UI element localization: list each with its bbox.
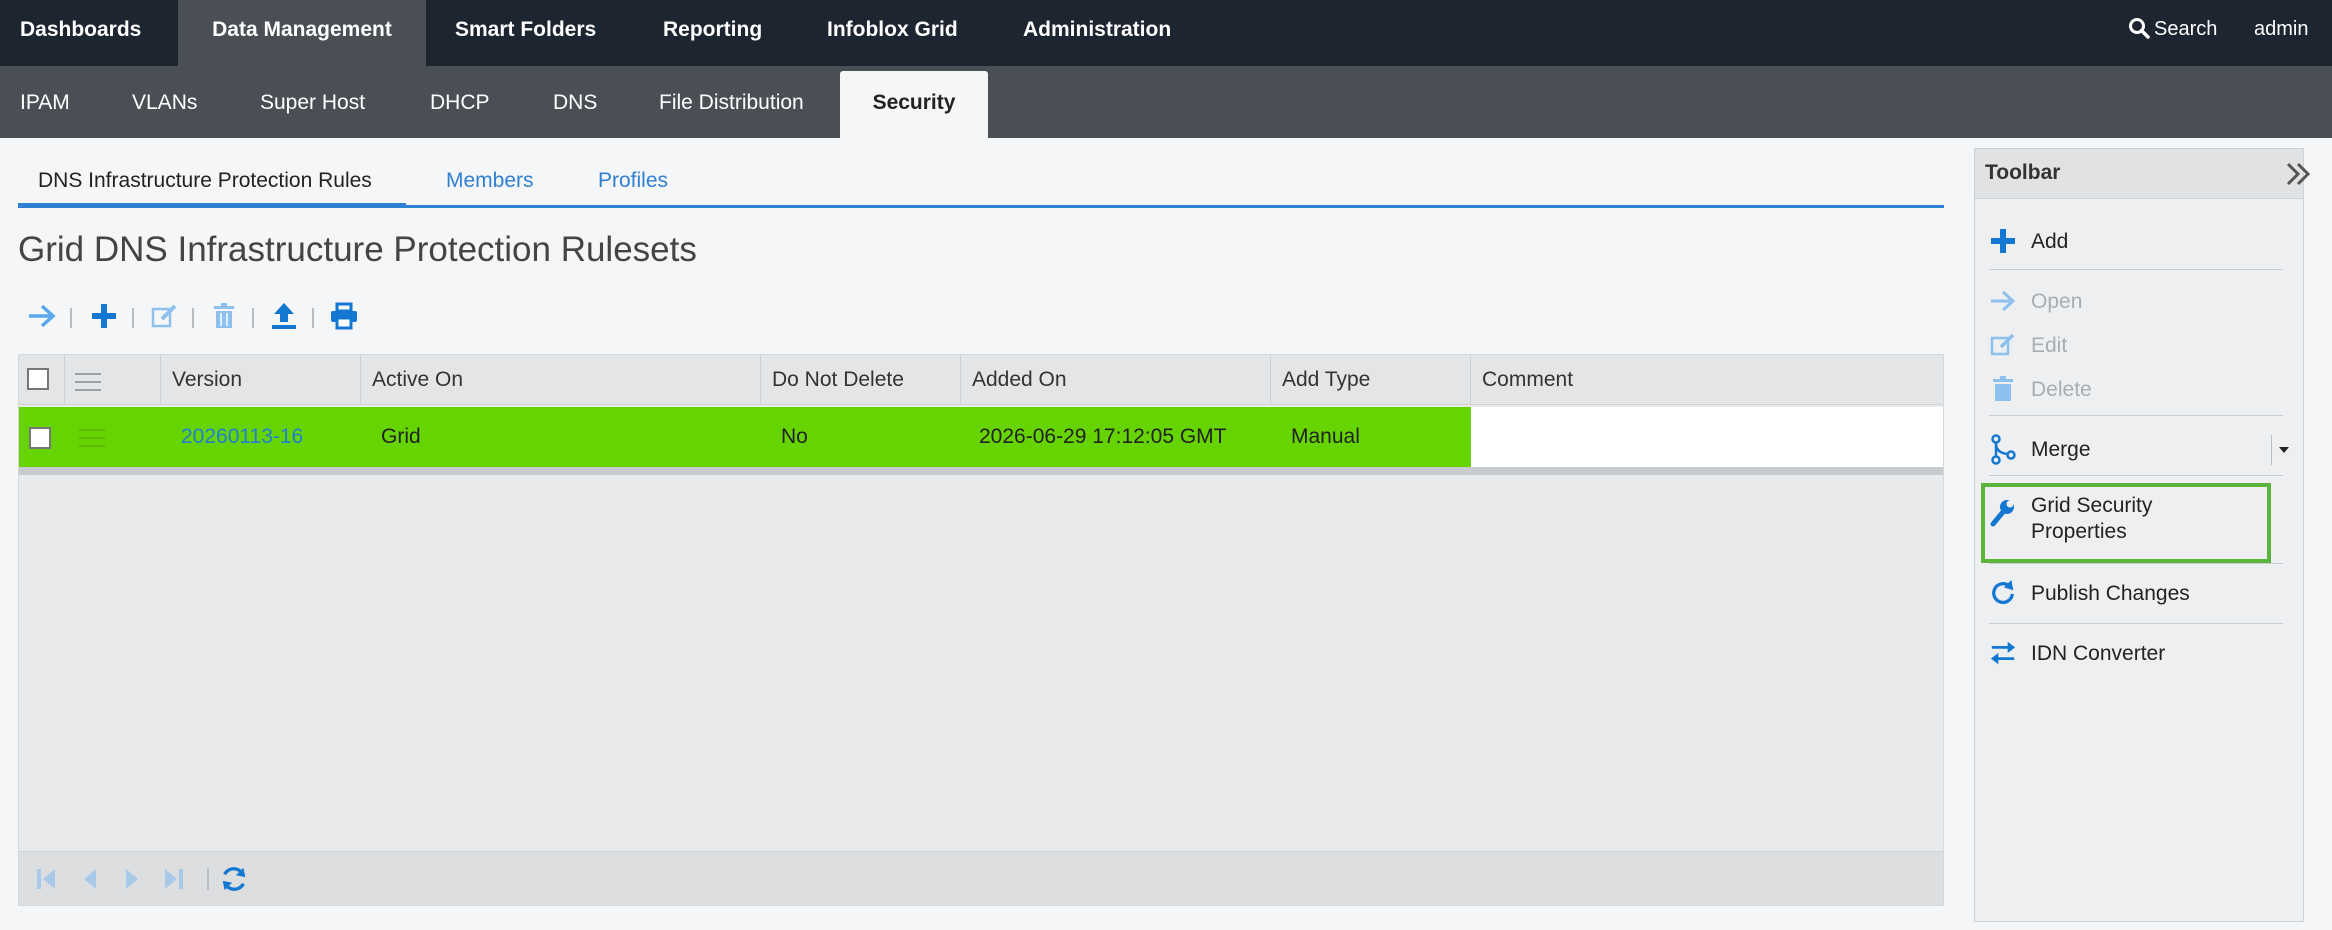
- rulesets-grid: Version Active On Do Not Delete Added On…: [18, 354, 1944, 906]
- content-tab-strip: DNS Infrastructure Protection Rules Memb…: [18, 164, 1944, 208]
- toolbar-add-button[interactable]: Add: [1989, 221, 2289, 261]
- merge-dropdown-caret-icon[interactable]: [2271, 435, 2295, 465]
- toolbar-merge-button[interactable]: Merge: [1989, 429, 2289, 469]
- collapse-chevron-icon[interactable]: [2285, 161, 2313, 192]
- nav-tab-administration[interactable]: Administration: [1023, 0, 1171, 66]
- row-checkbox[interactable]: [29, 427, 51, 449]
- merge-icon: [1989, 434, 2017, 465]
- column-header-do-not-delete[interactable]: Do Not Delete: [761, 355, 961, 405]
- toolbar-grid-security-label-line1: Grid Security: [2031, 494, 2153, 517]
- refresh-icon[interactable]: [219, 864, 249, 894]
- trash-icon: [1989, 375, 2017, 403]
- subnav-tab-super-host[interactable]: Super Host: [260, 66, 365, 138]
- toolbar-add-label: Add: [2031, 230, 2069, 253]
- cell-add-type: Manual: [1291, 425, 1360, 448]
- cell-added-on: 2026-06-29 17:12:05 GMT: [979, 425, 1227, 448]
- main-content: DNS Infrastructure Protection Rules Memb…: [0, 138, 1962, 930]
- column-header-add-type[interactable]: Add Type: [1271, 355, 1471, 405]
- grid-horizontal-scrollbar[interactable]: [19, 467, 1943, 475]
- top-navigation-bar: Dashboards Data Management Smart Folders…: [0, 0, 2332, 66]
- cell-version[interactable]: 20260113-16: [181, 407, 303, 467]
- cell-active-on: Grid: [381, 425, 421, 448]
- toolbar-delete-button[interactable]: Delete: [1989, 369, 2289, 409]
- right-toolbar-panel: Toolbar Add Open Edit Delete Merge Grid …: [1974, 148, 2311, 922]
- select-all-checkbox[interactable]: [27, 368, 49, 390]
- toolbar-grid-security-label-line2: Properties: [2031, 520, 2127, 543]
- column-header-added-on[interactable]: Added On: [961, 355, 1271, 405]
- search-label: Search: [2154, 18, 2218, 40]
- edit-icon[interactable]: [146, 298, 182, 334]
- tab-dns-infrastructure-protection-rules[interactable]: DNS Infrastructure Protection Rules: [18, 164, 406, 208]
- toolbar-title: Toolbar: [1985, 161, 2061, 184]
- toolbar-open-button[interactable]: Open: [1989, 281, 2289, 321]
- toolbar-open-label: Open: [2031, 290, 2083, 313]
- toolbar-publish-changes-label: Publish Changes: [2031, 582, 2190, 605]
- toolbar-edit-label: Edit: [2031, 334, 2068, 357]
- nav-tab-smart-folders[interactable]: Smart Folders: [455, 0, 596, 66]
- arrow-right-icon: [1989, 287, 2017, 315]
- edit-icon: [1989, 331, 2017, 359]
- table-row[interactable]: 20260113-16 Grid No 2026-06-29 17:12:05 …: [19, 407, 1943, 467]
- tab-profiles[interactable]: Profiles: [598, 164, 668, 208]
- first-page-icon[interactable]: [31, 864, 61, 894]
- prev-page-icon[interactable]: [75, 864, 105, 894]
- subnav-tab-file-distribution[interactable]: File Distribution: [659, 66, 804, 138]
- nav-tab-data-management[interactable]: Data Management: [178, 0, 426, 66]
- refresh-icon: [1989, 579, 2017, 607]
- grid-pagination-bar: [19, 851, 1943, 905]
- nav-tab-dashboards[interactable]: Dashboards: [20, 0, 141, 66]
- toolbar-idn-converter-label: IDN Converter: [2031, 642, 2166, 665]
- grid-header: Version Active On Do Not Delete Added On…: [19, 355, 1943, 405]
- add-plus-icon[interactable]: [86, 298, 122, 334]
- nav-tab-infoblox-grid[interactable]: Infoblox Grid: [827, 0, 958, 66]
- search-icon: [2129, 18, 2150, 39]
- toolbar-grid-security-properties-button[interactable]: Grid Security Properties: [1989, 493, 2289, 555]
- subnav-tab-security[interactable]: Security: [840, 71, 988, 138]
- row-menu-icon[interactable]: [79, 429, 105, 449]
- next-page-icon[interactable]: [117, 864, 147, 894]
- open-arrow-icon[interactable]: [24, 298, 60, 334]
- header-menu-cell: [65, 355, 161, 405]
- toolbar-idn-converter-button[interactable]: IDN Converter: [1989, 633, 2289, 673]
- grid-action-bar: [24, 298, 624, 334]
- upload-export-icon[interactable]: [266, 298, 302, 334]
- sub-navigation-bar: IPAM VLANs Super Host DHCP DNS File Dist…: [0, 66, 2332, 138]
- tab-members[interactable]: Members: [446, 164, 534, 208]
- nav-tab-reporting[interactable]: Reporting: [663, 0, 762, 66]
- subnav-tab-dns[interactable]: DNS: [553, 66, 597, 138]
- header-select-all-cell: [19, 355, 65, 405]
- toolbar-merge-label: Merge: [2031, 438, 2091, 461]
- user-menu[interactable]: admin: [2254, 14, 2308, 44]
- grid-empty-area: [19, 475, 1943, 851]
- toolbar-delete-label: Delete: [2031, 378, 2092, 401]
- toolbar-publish-changes-button[interactable]: Publish Changes: [1989, 573, 2289, 613]
- subnav-tab-vlans[interactable]: VLANs: [132, 66, 197, 138]
- print-icon[interactable]: [326, 298, 362, 334]
- plus-icon: [1989, 227, 2017, 255]
- page-title: Grid DNS Infrastructure Protection Rules…: [18, 230, 697, 269]
- column-header-version[interactable]: Version: [161, 355, 361, 405]
- toolbar-edit-button[interactable]: Edit: [1989, 325, 2289, 365]
- wrench-icon: [1989, 499, 2017, 527]
- subnav-tab-dhcp[interactable]: DHCP: [430, 66, 490, 138]
- last-page-icon[interactable]: [159, 864, 189, 894]
- global-search-button[interactable]: Search: [2128, 14, 2217, 44]
- subnav-tab-ipam[interactable]: IPAM: [20, 66, 70, 138]
- delete-trash-icon[interactable]: [206, 298, 242, 334]
- column-menu-icon[interactable]: [75, 373, 101, 393]
- swap-arrows-icon: [1989, 639, 2017, 667]
- column-header-comment[interactable]: Comment: [1471, 355, 1943, 405]
- column-header-active-on[interactable]: Active On: [361, 355, 761, 405]
- toolbar-header: Toolbar: [1975, 149, 2311, 199]
- cell-do-not-delete: No: [781, 425, 808, 448]
